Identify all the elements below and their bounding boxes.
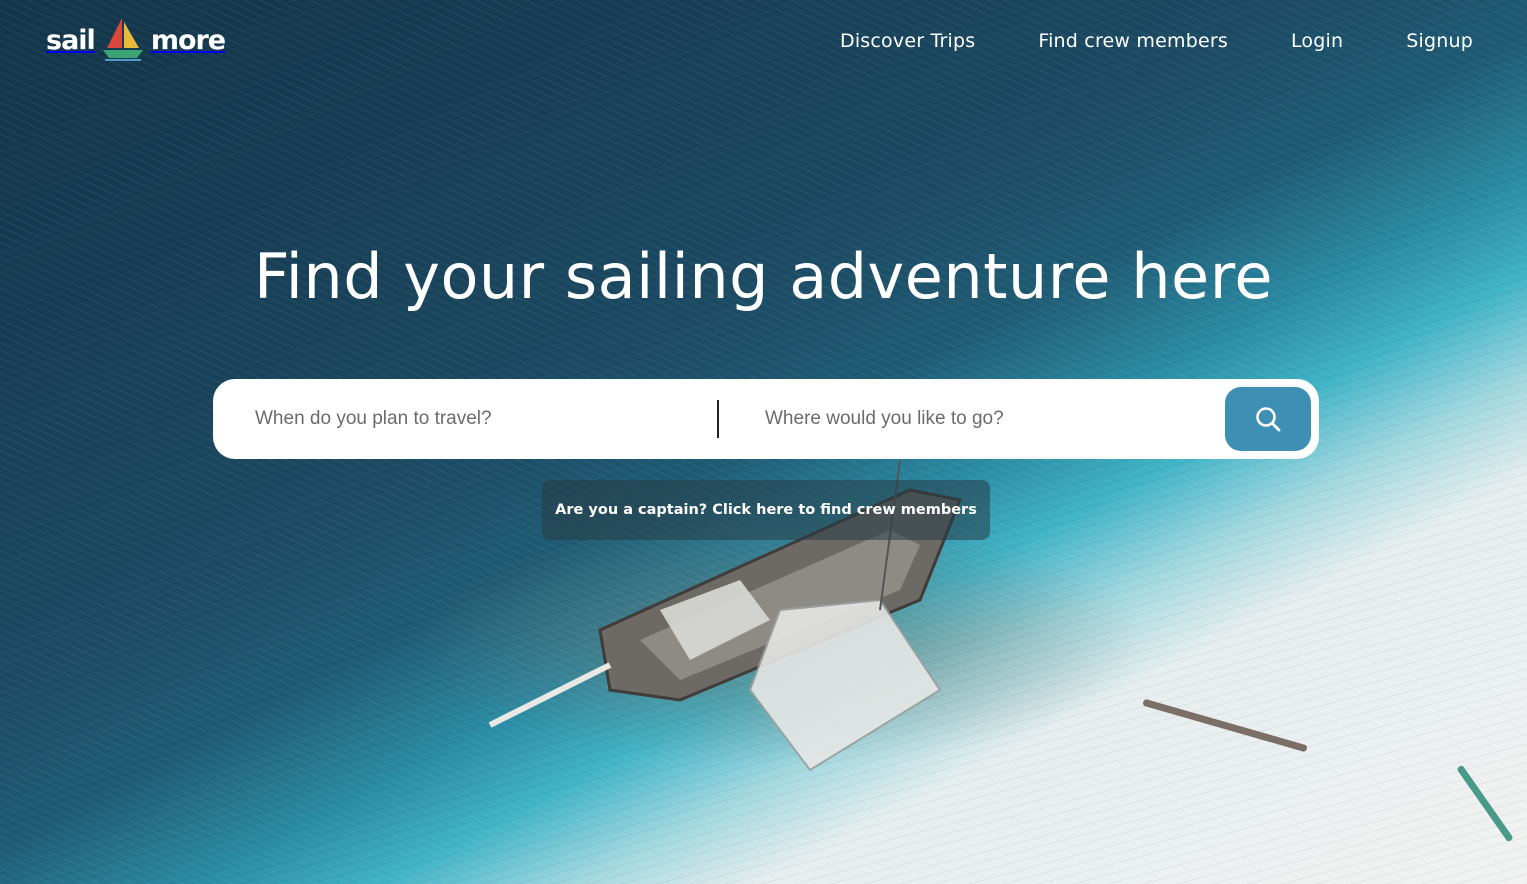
search-icon	[1256, 407, 1281, 432]
driftwood	[1456, 764, 1514, 843]
nav-discover-trips[interactable]: Discover Trips	[840, 30, 975, 52]
logo-text-right: more	[150, 25, 226, 56]
sailboat-logo-icon	[102, 18, 143, 61]
travel-date-input[interactable]	[253, 379, 713, 459]
driftwood	[1142, 698, 1308, 753]
search-divider	[717, 400, 719, 438]
search-button[interactable]	[1225, 387, 1311, 451]
captain-find-crew-link[interactable]: Are you a captain? Click here to find cr…	[542, 480, 990, 540]
landing-page: sail more Discover Trips Find crew membe…	[0, 0, 1527, 884]
logo-text-left: sail	[46, 25, 96, 56]
nav-find-crew-members[interactable]: Find crew members	[1038, 30, 1228, 52]
main-nav: Discover Trips Find crew members Login S…	[840, 30, 1473, 52]
nav-login[interactable]: Login	[1291, 30, 1343, 52]
nav-signup[interactable]: Signup	[1406, 30, 1473, 52]
hero-title: Find your sailing adventure here	[254, 240, 1273, 313]
site-logo[interactable]: sail more	[46, 16, 226, 62]
trip-search-bar	[213, 379, 1319, 459]
site-header: sail more Discover Trips Find crew membe…	[0, 0, 1527, 90]
destination-input[interactable]	[763, 379, 1203, 459]
